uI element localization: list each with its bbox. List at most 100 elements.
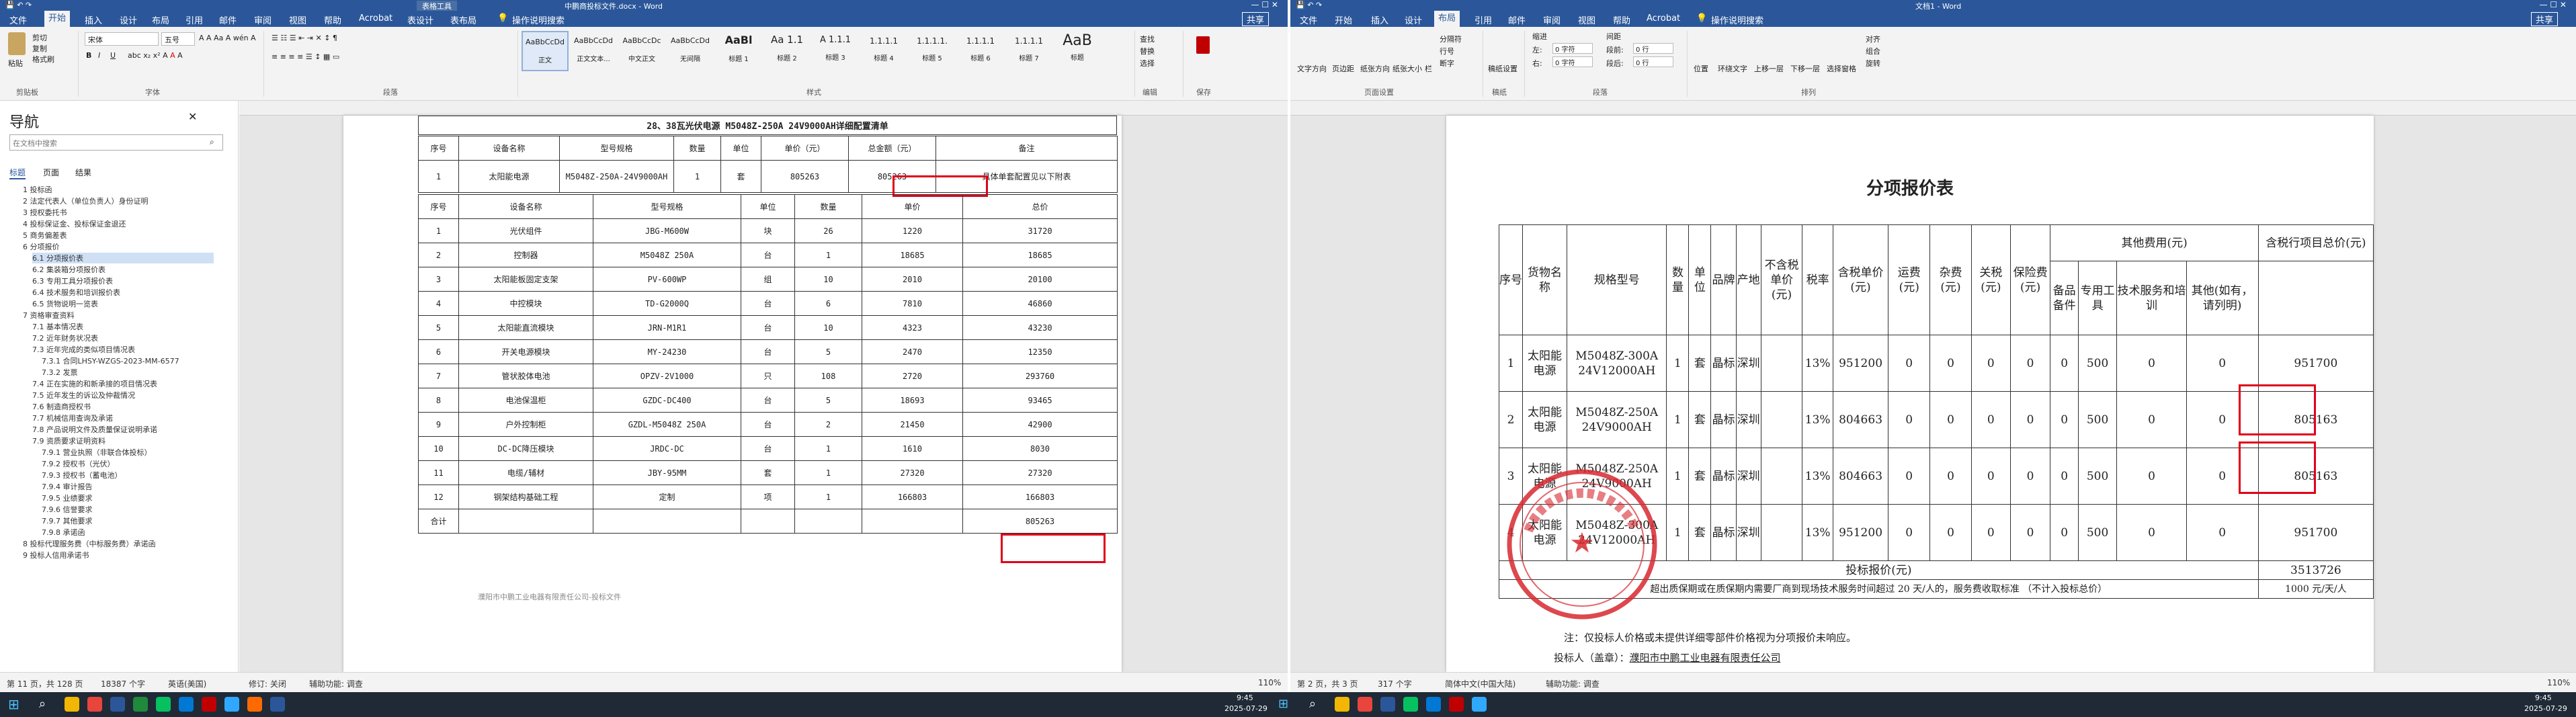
table-cell[interactable]: 0 <box>2009 448 2051 505</box>
table-cell[interactable]: 深圳 <box>1735 448 1761 505</box>
bidder-name[interactable]: 濮阳市中鹏工业电器有限责任公司 <box>1630 652 1781 664</box>
tab-file[interactable]: 文件 <box>1300 13 1317 26</box>
margins-button[interactable]: 页边距 <box>1332 63 1354 74</box>
table-cell[interactable]: JRDC-DC <box>593 436 741 461</box>
table-cell[interactable]: 0 <box>2186 504 2259 561</box>
styles-gallery[interactable]: AaBbCcDd 正文 AaBbCcDd 正文文本... AaBbCcDc 中文… <box>522 31 1106 73</box>
style-heading-2[interactable]: Aa 1.1 标题 2 <box>763 31 811 71</box>
table-cell[interactable]: 套 <box>1688 448 1712 505</box>
table-cell[interactable]: 组 <box>741 267 795 292</box>
style-heading-6[interactable]: 1.1.1.1 标题 6 <box>957 31 1004 71</box>
table-cell[interactable]: 500 <box>2077 504 2118 561</box>
style-body-text[interactable]: AaBbCcDd 正文文本... <box>570 31 617 71</box>
bold-button[interactable]: B <box>86 51 91 60</box>
table-cell[interactable]: 0 <box>2050 504 2079 561</box>
search-icon[interactable]: ⌕ <box>39 697 46 711</box>
underline-button[interactable]: U <box>110 51 116 60</box>
style-heading-3[interactable]: A 1.1.1 标题 3 <box>812 31 859 71</box>
table-cell[interactable] <box>1760 504 1803 561</box>
table-cell[interactable]: 293760 <box>962 364 1118 388</box>
table-cell[interactable]: 13% <box>1802 335 1833 392</box>
table-cell[interactable]: 2 <box>794 412 862 437</box>
file-explorer-icon[interactable] <box>1335 697 1349 712</box>
style-heading-7[interactable]: 1.1.1.1 标题 7 <box>1005 31 1052 71</box>
table-cell[interactable]: 9 <box>418 412 459 437</box>
tab-layout[interactable]: 布局 <box>1434 11 1460 27</box>
table-cell[interactable]: 台 <box>741 243 795 267</box>
service-value[interactable]: 1000 元/天/人 <box>2257 579 2374 599</box>
align-button[interactable]: 对齐 <box>1866 34 1880 44</box>
nav-heading-item[interactable]: 4 投标保证金、投标保证金退还 <box>23 218 126 229</box>
nav-heading-item[interactable]: 7.9.1 营业执照（非联合体投标） <box>42 447 152 458</box>
tab-insert[interactable]: 插入 <box>85 13 102 26</box>
table-cell[interactable]: 1 <box>673 160 721 193</box>
list-buttons[interactable]: ☰ ☷ ☰ ⇤ ⇥ ✕ ↕ ¶ <box>272 34 337 42</box>
table-cell[interactable]: 108 <box>794 364 862 388</box>
table-cell[interactable]: 1 <box>794 460 862 485</box>
tell-me-search[interactable]: 操作说明搜索 <box>1711 13 1763 26</box>
tab-mailings[interactable]: 邮件 <box>1508 13 1526 26</box>
style-heading-4[interactable]: 1.1.1.1 标题 4 <box>860 31 907 71</box>
table-cell[interactable]: 12 <box>418 484 459 509</box>
language[interactable]: 英语(美国) <box>168 678 206 689</box>
indent-right-input[interactable]: 0 字符 <box>1552 56 1593 67</box>
table-cell[interactable]: 1 <box>1666 448 1690 505</box>
excel-icon[interactable] <box>133 697 148 712</box>
table-cell[interactable]: 0 <box>2186 335 2259 392</box>
table-cell[interactable]: 0 <box>2116 391 2187 448</box>
wechat-icon[interactable] <box>156 697 171 712</box>
table-cell[interactable]: 1 <box>1498 335 1524 392</box>
tab-review[interactable]: 审阅 <box>254 13 272 26</box>
track-changes[interactable]: 修订: 关闭 <box>249 678 286 689</box>
cut-button[interactable]: 剪切 <box>32 32 47 43</box>
table-cell[interactable]: 1 <box>418 160 459 193</box>
table-cell[interactable]: 晶标 <box>1710 448 1737 505</box>
nav-heading-item[interactable]: 7.9.3 授权书（蓄电池） <box>42 470 122 480</box>
table-cell[interactable]: 93465 <box>962 388 1118 413</box>
table-cell[interactable]: 166803 <box>862 484 963 509</box>
line-numbers-button[interactable]: 行号 <box>1440 46 1454 56</box>
edge-icon[interactable] <box>1426 697 1441 712</box>
spacing-after-input[interactable]: 0 行 <box>1633 56 1673 67</box>
table-cell[interactable]: 0 <box>1970 335 2011 392</box>
file-explorer-icon[interactable] <box>65 697 79 712</box>
table-cell[interactable]: 20100 <box>962 267 1118 292</box>
nav-close-icon[interactable]: ✕ <box>188 110 197 123</box>
nav-heading-item[interactable]: 7.6 制造商授权书 <box>32 401 91 412</box>
table-cell[interactable]: M5048Z-300A 24V12000AH <box>1567 335 1667 392</box>
table-cell[interactable]: 2010 <box>862 267 963 292</box>
replace-button[interactable]: 替换 <box>1140 46 1155 56</box>
total-label[interactable]: 合计 <box>418 509 459 534</box>
tab-acrobat[interactable]: Acrobat <box>359 13 392 24</box>
nav-heading-item[interactable]: 7.3.1 合同LHSY-WZGS-2023-MM-6577 <box>42 355 179 366</box>
table-cell[interactable] <box>593 509 741 534</box>
table-cell[interactable]: M5048Z 250A <box>593 243 741 267</box>
table-cell[interactable]: 10 <box>418 436 459 461</box>
table-cell[interactable]: 27320 <box>862 460 963 485</box>
zoom-level[interactable]: 110% <box>2547 678 2570 687</box>
page-count[interactable]: 第 11 页，共 128 页 <box>7 678 83 689</box>
table-cell[interactable]: 1 <box>1666 391 1690 448</box>
table-cell[interactable]: 套 <box>1688 335 1712 392</box>
table-cell[interactable]: 套 <box>720 160 761 193</box>
table-cell[interactable]: 11 <box>418 460 459 485</box>
windows-start-icon[interactable]: ⊞ <box>8 696 19 712</box>
table-cell[interactable]: 8030 <box>962 436 1118 461</box>
nav-heading-item[interactable]: 7.4 正在实施的和新承接的项目情况表 <box>32 378 157 389</box>
photoshop-icon[interactable] <box>1472 697 1487 712</box>
style-title[interactable]: AaB 标题 <box>1054 31 1101 71</box>
font-family-select[interactable]: 宋体 <box>85 32 159 46</box>
style-no-spacing[interactable]: AaBbCcDd 无间隔 <box>667 31 714 71</box>
tab-table-layout[interactable]: 表布局 <box>450 13 476 26</box>
table-cell[interactable]: M5048Z-250A-24V9000AH <box>559 160 674 193</box>
manuscript-button[interactable]: 稿纸设置 <box>1488 63 1518 74</box>
tab-view[interactable]: 视图 <box>289 13 306 26</box>
clock-time[interactable]: 9:45 <box>2535 693 2552 702</box>
nav-heading-item-selected[interactable]: 6.1 分项报价表 <box>32 253 214 263</box>
nav-search-input[interactable]: 在文档中搜索 <box>9 134 223 151</box>
table-cell[interactable]: 951700 <box>2257 335 2374 392</box>
text-direction-button[interactable]: 文字方向 <box>1297 63 1327 74</box>
table-cell[interactable]: 0 <box>1888 448 1931 505</box>
table-cell[interactable]: 500 <box>2077 335 2118 392</box>
hyphenation-button[interactable]: 断字 <box>1440 58 1454 69</box>
